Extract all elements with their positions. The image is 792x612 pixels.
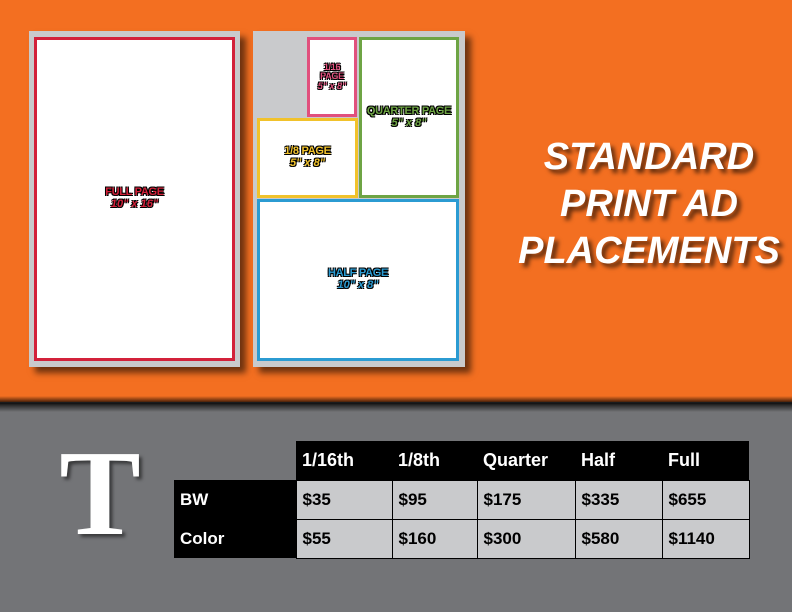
title-line: PLACEMENTS bbox=[518, 230, 780, 272]
price-cell: $55 bbox=[295, 518, 393, 559]
price-cell: $1140 bbox=[661, 518, 750, 559]
ad-size: 10" x 8" bbox=[337, 279, 379, 291]
column-header: Half bbox=[575, 441, 662, 480]
price-cell: $580 bbox=[574, 518, 663, 559]
ad-half-page: HALF PAGE 10" x 8" bbox=[257, 199, 459, 361]
column-header: Full bbox=[662, 441, 749, 480]
page-title: STANDARD PRINT AD PLACEMENTS bbox=[505, 134, 792, 275]
title-line: PRINT AD bbox=[559, 183, 739, 225]
column-header: 1/16th bbox=[296, 441, 392, 480]
ad-quarter-page: QUARTER PAGE 5" x 8" bbox=[359, 37, 459, 198]
price-cell: $175 bbox=[476, 479, 576, 520]
row-label: BW bbox=[174, 480, 296, 519]
column-header: Quarter bbox=[477, 441, 575, 480]
divider-shadow bbox=[0, 396, 792, 412]
ad-label: QUARTER PAGE bbox=[366, 104, 452, 117]
price-cell: $300 bbox=[476, 518, 576, 559]
ad-size: 10" x 16" bbox=[110, 198, 159, 210]
table-corner bbox=[174, 441, 296, 480]
newspaper-t-logo-icon: T bbox=[59, 426, 141, 561]
row-label: Color bbox=[174, 519, 296, 558]
ad-size: 5" x 8" bbox=[290, 157, 325, 169]
ad-size: 5" x 8" bbox=[391, 116, 427, 129]
ad-eighth-page: 1/8 PAGE 5" x 8" bbox=[257, 118, 358, 198]
ad-full-page: FULL PAGE 10" x 16" bbox=[34, 37, 235, 361]
price-cell: $95 bbox=[391, 479, 478, 520]
table-row: BW $35 $95 $175 $335 $655 bbox=[174, 479, 750, 520]
ad-sixteenth-page: 1/16 PAGE 5" x 8" bbox=[307, 37, 357, 117]
rate-table: 1/16th 1/8th Quarter Half Full BW $35 $9… bbox=[174, 441, 750, 559]
ad-size: 5" x 8" bbox=[317, 80, 347, 91]
title-line: STANDARD bbox=[543, 136, 755, 178]
price-cell: $160 bbox=[391, 518, 478, 559]
table-row: Color $55 $160 $300 $580 $1140 bbox=[174, 518, 750, 559]
column-header: 1/8th bbox=[392, 441, 477, 480]
price-cell: $655 bbox=[661, 479, 750, 520]
price-cell: $335 bbox=[574, 479, 663, 520]
table-header-row: 1/16th 1/8th Quarter Half Full bbox=[174, 441, 749, 480]
price-cell: $35 bbox=[295, 479, 393, 520]
